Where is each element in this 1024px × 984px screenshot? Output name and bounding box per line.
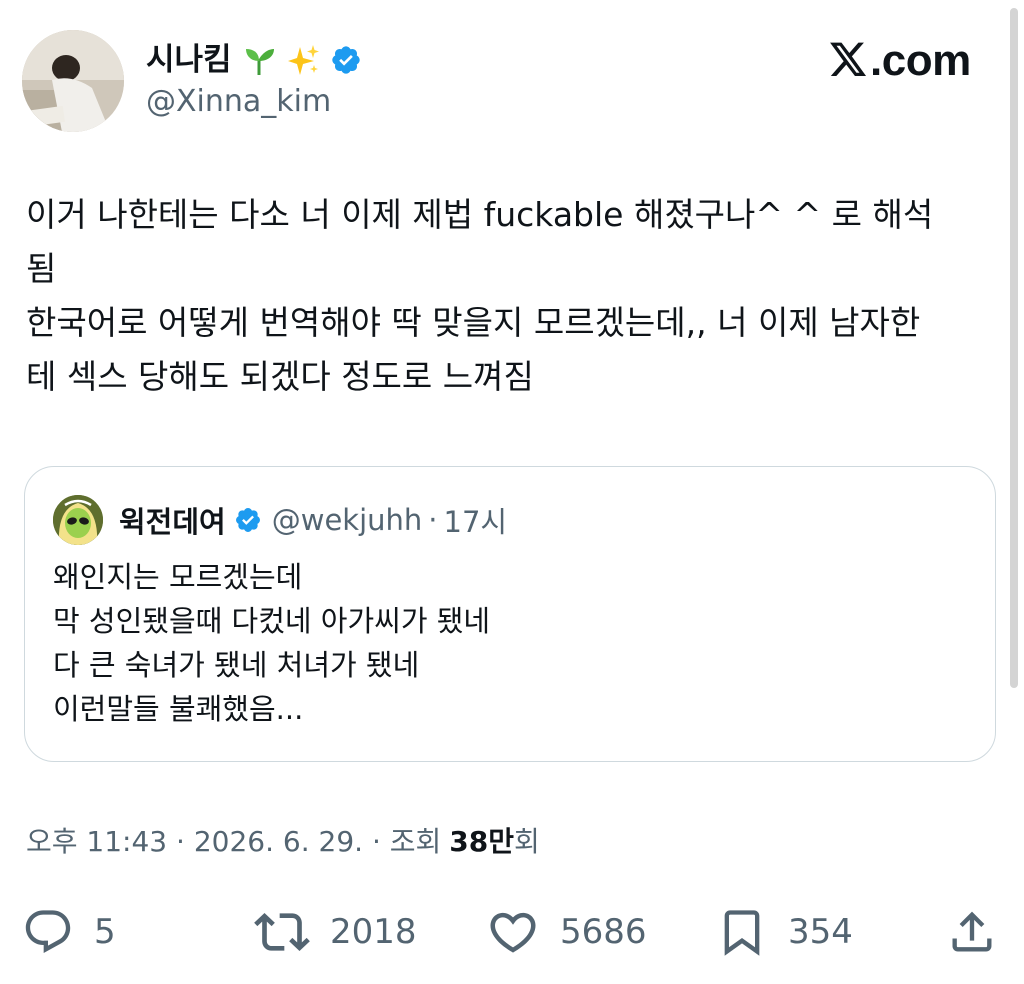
scrollbar[interactable]: [1010, 8, 1018, 688]
seedling-emoji: [242, 43, 276, 77]
bookmark-icon: [724, 910, 760, 956]
quoted-timestamp[interactable]: 17시: [444, 499, 508, 541]
action-bar: 5 2018 5686 354: [0, 900, 1024, 964]
meta-separator: ·: [176, 825, 185, 858]
reply-button[interactable]: 5: [22, 900, 116, 964]
meta-separator: ·: [371, 825, 381, 858]
share-icon: [952, 911, 992, 952]
author-avatar[interactable]: [22, 30, 124, 132]
quoted-line: 막 성인됐을때 다컸네 아가씨가 됐네: [53, 604, 491, 638]
retweet-icon: [254, 913, 310, 951]
share-button[interactable]: [946, 900, 998, 964]
views-suffix: 회: [514, 825, 540, 858]
tweet-date[interactable]: 2026. 6. 29.: [194, 825, 363, 858]
quoted-author-avatar[interactable]: [53, 495, 103, 545]
quoted-separator: ·: [428, 503, 438, 537]
views-prefix: 조회: [389, 825, 442, 858]
reply-icon: [25, 910, 71, 954]
retweet-count: 2018: [330, 912, 417, 952]
author-handle[interactable]: @Xinna_kim: [146, 80, 331, 124]
tweet-line: 한국어로 어떻게 번역해야 딱 맞을지 모르겠는데,, 너 이제 남자한: [26, 303, 921, 342]
quoted-display-name[interactable]: 윅전데여: [119, 499, 226, 541]
reply-count: 5: [94, 912, 116, 952]
verified-badge-icon: [330, 44, 362, 76]
tweet-meta: 오후 11:43 · 2026. 6. 29. · 조회 38만회: [26, 820, 540, 864]
quoted-author-row[interactable]: 윅전데여 @wekjuhh · 17시: [119, 497, 507, 543]
tweet-line: 테 섹스 당해도 되겠다 정도로 느껴짐: [26, 357, 534, 396]
quoted-line: 이런말들 불쾌했음...: [53, 692, 304, 726]
x-com-logo: .com: [828, 36, 971, 86]
quoted-line: 다 큰 숙녀가 됐네 처녀가 됐네: [53, 648, 420, 682]
quoted-tweet-text: 왜인지는 모르겠는데 막 성인됐을때 다컸네 아가씨가 됐네 다 큰 숙녀가 됐…: [53, 555, 490, 731]
tweet-time[interactable]: 오후 11:43: [26, 825, 167, 858]
author-display-name[interactable]: 시나킴: [146, 38, 232, 82]
quoted-tweet-card[interactable]: 윅전데여 @wekjuhh · 17시 왜인지는 모르겠는데 막 성인됐을때 다…: [24, 466, 996, 762]
quoted-verified-badge-icon: [234, 506, 262, 534]
tweet-line: 됨: [26, 249, 57, 288]
x-logo-icon: [830, 42, 867, 76]
x-logo-text: .com: [870, 36, 971, 85]
like-count: 5686: [560, 912, 647, 952]
bookmark-count: 354: [788, 912, 853, 952]
retweet-button[interactable]: 2018: [254, 900, 417, 964]
quoted-line: 왜인지는 모르겠는데: [53, 560, 303, 594]
avatar-photo: [22, 30, 124, 132]
bookmark-button[interactable]: 354: [716, 900, 853, 964]
views-count: 38만: [449, 825, 515, 858]
quoted-avatar-photo: [53, 495, 103, 545]
tweet-line: 이거 나한테는 다소 너 이제 제법 fuckable 해졌구나^ ^ 로 해석: [26, 195, 934, 234]
heart-icon: [490, 912, 536, 953]
like-button[interactable]: 5686: [486, 900, 647, 964]
author-name-row[interactable]: 시나킴: [146, 38, 362, 82]
sparkles-emoji: [286, 43, 320, 77]
quoted-handle[interactable]: @wekjuhh: [272, 503, 423, 537]
tweet-text: 이거 나한테는 다소 너 이제 제법 fuckable 해졌구나^ ^ 로 해석…: [26, 188, 1011, 404]
